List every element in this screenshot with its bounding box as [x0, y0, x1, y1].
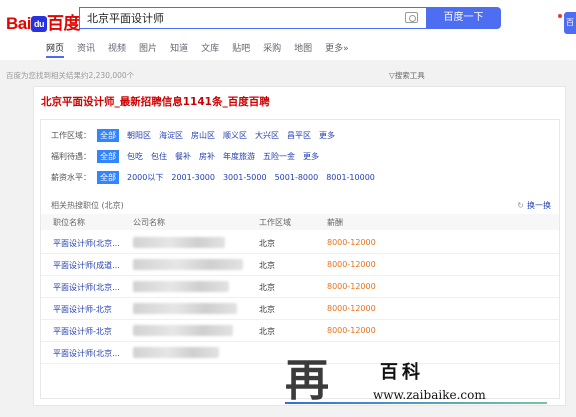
filter-label: 薪资水平： [51, 172, 91, 182]
filter-option[interactable]: 房补 [199, 151, 215, 162]
filter-option[interactable]: 大兴区 [255, 130, 279, 141]
filter-option[interactable]: 全部 [97, 128, 119, 142]
filter-option[interactable]: 8001-10000 [326, 173, 375, 182]
table-row[interactable]: 平面设计师(北京... 北京 8000-12000 [41, 232, 559, 254]
filter-option[interactable]: 全部 [97, 170, 119, 184]
work-area: 北京 [259, 239, 275, 248]
work-area: 北京 [259, 261, 275, 270]
work-area: 北京 [259, 305, 275, 314]
filter-option[interactable]: 3001-5000 [223, 173, 267, 182]
filter-option[interactable]: 5001-8000 [275, 173, 319, 182]
job-title-link[interactable]: 平面设计师-北京 [53, 326, 112, 337]
filter-option[interactable]: 2000以下 [127, 172, 163, 183]
job-title-link[interactable]: 平面设计师-北京 [53, 304, 112, 315]
table-header: 职位名称 公司名称 工作区域 薪酬 [41, 214, 559, 230]
tab-0[interactable]: 网页 [46, 41, 65, 58]
tab-5[interactable]: 文库 [201, 41, 219, 54]
watermark-url: www.zaibaike.com [373, 388, 486, 402]
filter-option[interactable]: 海淀区 [159, 130, 183, 141]
refresh-icon: ↻ [517, 201, 524, 210]
filter-option[interactable]: 更多 [319, 130, 335, 141]
work-area: 北京 [259, 327, 275, 336]
search-box [79, 7, 426, 29]
result-title-link[interactable]: 北京平面设计师_最新招聘信息1141条_百度百聘 [41, 94, 270, 109]
watermark: 再 百科 www.zaibaike.com [285, 344, 547, 414]
tab-8[interactable]: 地图 [294, 41, 312, 54]
tab-1[interactable]: 资讯 [77, 41, 95, 54]
baidu-logo[interactable]: Bai du 百度 [6, 9, 80, 34]
column-header-company: 公司名称 [133, 218, 165, 227]
search-button[interactable]: 百度一下 [426, 7, 501, 29]
salary: 8000-12000 [327, 238, 376, 247]
company-name-blurred [133, 325, 233, 336]
job-title-link[interactable]: 平面设计师(北京... [53, 348, 120, 359]
camera-icon[interactable] [405, 12, 418, 23]
job-title-link[interactable]: 平面设计师(北京... [53, 238, 120, 249]
watermark-logo: 再 [285, 355, 329, 406]
paw-icon: du [30, 16, 47, 32]
watermark-text: 百科 [380, 362, 424, 383]
filter-option[interactable]: 全部 [97, 149, 119, 163]
result-count: 百度为您找到相关结果约2,230,000个 [6, 71, 135, 80]
refresh-button[interactable]: ↻ 换一换 [517, 200, 551, 211]
top-bar: Baidu百度 百度一下 百 网页资讯视频图片知道文库贴吧采购地图更多» [0, 0, 576, 60]
notification-dot [558, 14, 562, 18]
watermark-stripe [285, 402, 547, 404]
company-name-blurred [133, 281, 229, 292]
hot-jobs-title: 相关热搜职位 (北京) [51, 201, 124, 210]
tab-6[interactable]: 贴吧 [232, 41, 250, 54]
logo-text-baidu: 百度 [46, 14, 81, 33]
company-name-blurred [133, 347, 219, 358]
search-tools-link[interactable]: ▽搜索工具 [389, 70, 425, 81]
column-header-job: 职位名称 [53, 218, 85, 227]
work-area: 北京 [259, 283, 275, 292]
filter-option[interactable]: 包吃 [127, 151, 143, 162]
refresh-label: 换一换 [527, 201, 551, 210]
tab-7[interactable]: 采购 [263, 41, 281, 54]
logo-text-bai: Bai [6, 14, 31, 33]
column-header-salary: 薪酬 [327, 218, 343, 227]
salary: 8000-12000 [327, 304, 376, 313]
corner-button[interactable]: 百 [564, 12, 576, 34]
company-name-blurred [133, 237, 225, 248]
search-tabs: 网页 资讯 视频 图片 知道 文库 贴吧 采购 地图 更多» [46, 41, 362, 58]
job-title-link[interactable]: 平面设计师(北京... [53, 282, 120, 293]
filter-row-1: 福利待遇： 全部 包吃 包住 餐补 房补 年度旅游 五险一金 更多 [51, 149, 327, 163]
table-row[interactable]: 平面设计师(北京... 北京 8000-12000 [41, 276, 559, 298]
filter-row-0: 工作区域： 全部 朝阳区 海淀区 房山区 顺义区 大兴区 昌平区 更多 [51, 128, 343, 142]
filter-option[interactable]: 顺义区 [223, 130, 247, 141]
tab-2[interactable]: 视频 [108, 41, 126, 54]
filter-option[interactable]: 昌平区 [287, 130, 311, 141]
company-name-blurred [133, 259, 243, 270]
salary: 8000-12000 [327, 260, 376, 269]
filter-label: 工作区域： [51, 130, 91, 140]
tab-4[interactable]: 知道 [170, 41, 188, 54]
filter-option[interactable]: 2001-3000 [171, 173, 215, 182]
tab-3[interactable]: 图片 [139, 41, 157, 54]
filter-option[interactable]: 朝阳区 [127, 130, 151, 141]
filter-option[interactable]: 更多 [303, 151, 319, 162]
job-title-link[interactable]: 平面设计师(成道... [53, 260, 120, 271]
filter-option[interactable]: 餐补 [175, 151, 191, 162]
salary: 8000-12000 [327, 282, 376, 291]
filter-label: 福利待遇： [51, 151, 91, 161]
salary: 8000-12000 [327, 326, 376, 335]
search-input[interactable] [87, 11, 387, 24]
table-row[interactable]: 平面设计师(成道... 北京 8000-12000 [41, 254, 559, 276]
table-row[interactable]: 平面设计师-北京 北京 8000-12000 [41, 320, 559, 342]
column-header-area: 工作区域 [259, 218, 291, 227]
filter-row-2: 薪资水平： 全部 2000以下 2001-3000 3001-5000 5001-8000… [51, 170, 383, 184]
tab-9[interactable]: 更多» [325, 41, 349, 54]
filter-option[interactable]: 年度旅游 [223, 151, 255, 162]
company-name-blurred [133, 303, 237, 314]
filter-option[interactable]: 房山区 [191, 130, 215, 141]
table-row[interactable]: 平面设计师-北京 北京 8000-12000 [41, 298, 559, 320]
filter-option[interactable]: 五险一金 [263, 151, 295, 162]
filter-option[interactable]: 包住 [151, 151, 167, 162]
